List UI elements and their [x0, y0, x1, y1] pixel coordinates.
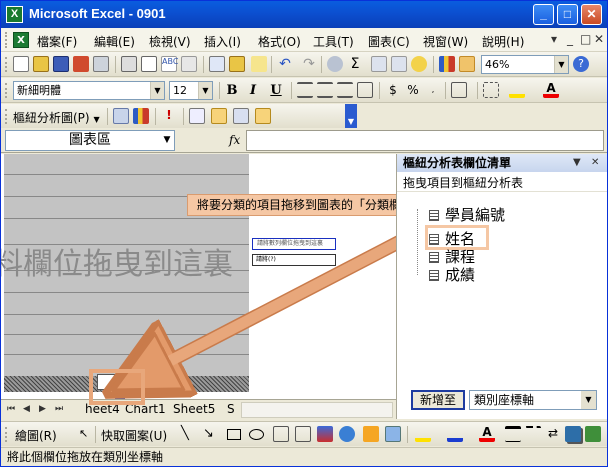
status-bar: 將此個欄位拖放在類別坐標軸 — [1, 447, 607, 466]
3d-style-icon[interactable] — [585, 426, 601, 442]
diagram-icon[interactable] — [339, 426, 355, 442]
line-color-icon[interactable] — [447, 426, 463, 442]
pane-close-icon[interactable]: ✕ — [591, 154, 599, 172]
arrow-style-icon[interactable]: ⇄ — [545, 426, 561, 442]
chevron-down-icon[interactable]: ▼ — [581, 391, 596, 409]
field-icon — [429, 210, 439, 221]
field-label: 成績 — [445, 266, 476, 284]
line-icon[interactable]: ╲ — [181, 426, 189, 441]
field-icon — [429, 270, 439, 281]
pane-menu-icon[interactable]: ▼ — [573, 154, 581, 172]
textbox-icon[interactable] — [273, 426, 289, 442]
pane-instruction: 拖曳項目到樞紐分析表 — [397, 174, 607, 192]
target-area-combo[interactable]: 類別座標軸 ▼ — [469, 390, 597, 410]
pane-title-bar: 樞紐分析表欄位清單 ▼ ✕ — [397, 154, 607, 172]
field-score[interactable]: 成績 — [429, 264, 475, 285]
add-to-button[interactable]: 新增至 — [411, 390, 465, 410]
separator — [95, 426, 96, 443]
clipart-icon[interactable] — [363, 426, 379, 442]
picture-icon[interactable] — [385, 426, 401, 442]
field-student-id[interactable]: 學員編號 — [429, 204, 505, 225]
wordart-icon[interactable] — [317, 426, 333, 442]
toolbar-grip — [5, 427, 8, 442]
oval-icon[interactable] — [249, 429, 264, 440]
vertical-textbox-icon[interactable] — [295, 426, 311, 442]
dash-style-icon[interactable] — [525, 426, 541, 442]
separator — [407, 426, 408, 443]
arrow-icon[interactable]: ↘ — [203, 426, 214, 441]
rectangle-icon[interactable] — [227, 429, 241, 440]
line-style-icon[interactable] — [505, 426, 521, 442]
select-objects-icon[interactable]: ↖ — [79, 427, 88, 440]
fill-color-icon[interactable] — [415, 426, 431, 442]
draw-menu[interactable]: 繪圖(R) — [15, 427, 57, 444]
pivot-field-list-pane: 樞紐分析表欄位清單 ▼ ✕ 拖曳項目到樞紐分析表 學員編號 姓名 課程 成績 新… — [396, 154, 607, 419]
font-color-icon[interactable]: A — [479, 426, 495, 442]
target-area-value: 類別座標軸 — [474, 393, 535, 407]
shadow-style-icon[interactable] — [565, 426, 581, 442]
field-icon — [429, 234, 439, 245]
field-icon — [429, 252, 439, 263]
autoshapes-menu[interactable]: 快取圖案(U) — [101, 427, 167, 444]
drawing-toolbar: 繪圖(R) ↖ 快取圖案(U) ╲ ↘ A ⇄ — [1, 421, 607, 446]
excel-window: X Microsoft Excel - 0901 _ □ ✕ X 檔案(F) 編… — [0, 0, 608, 467]
field-label: 學員編號 — [445, 206, 506, 224]
pane-title: 樞紐分析表欄位清單 — [403, 156, 512, 170]
field-tree-line — [417, 209, 418, 275]
